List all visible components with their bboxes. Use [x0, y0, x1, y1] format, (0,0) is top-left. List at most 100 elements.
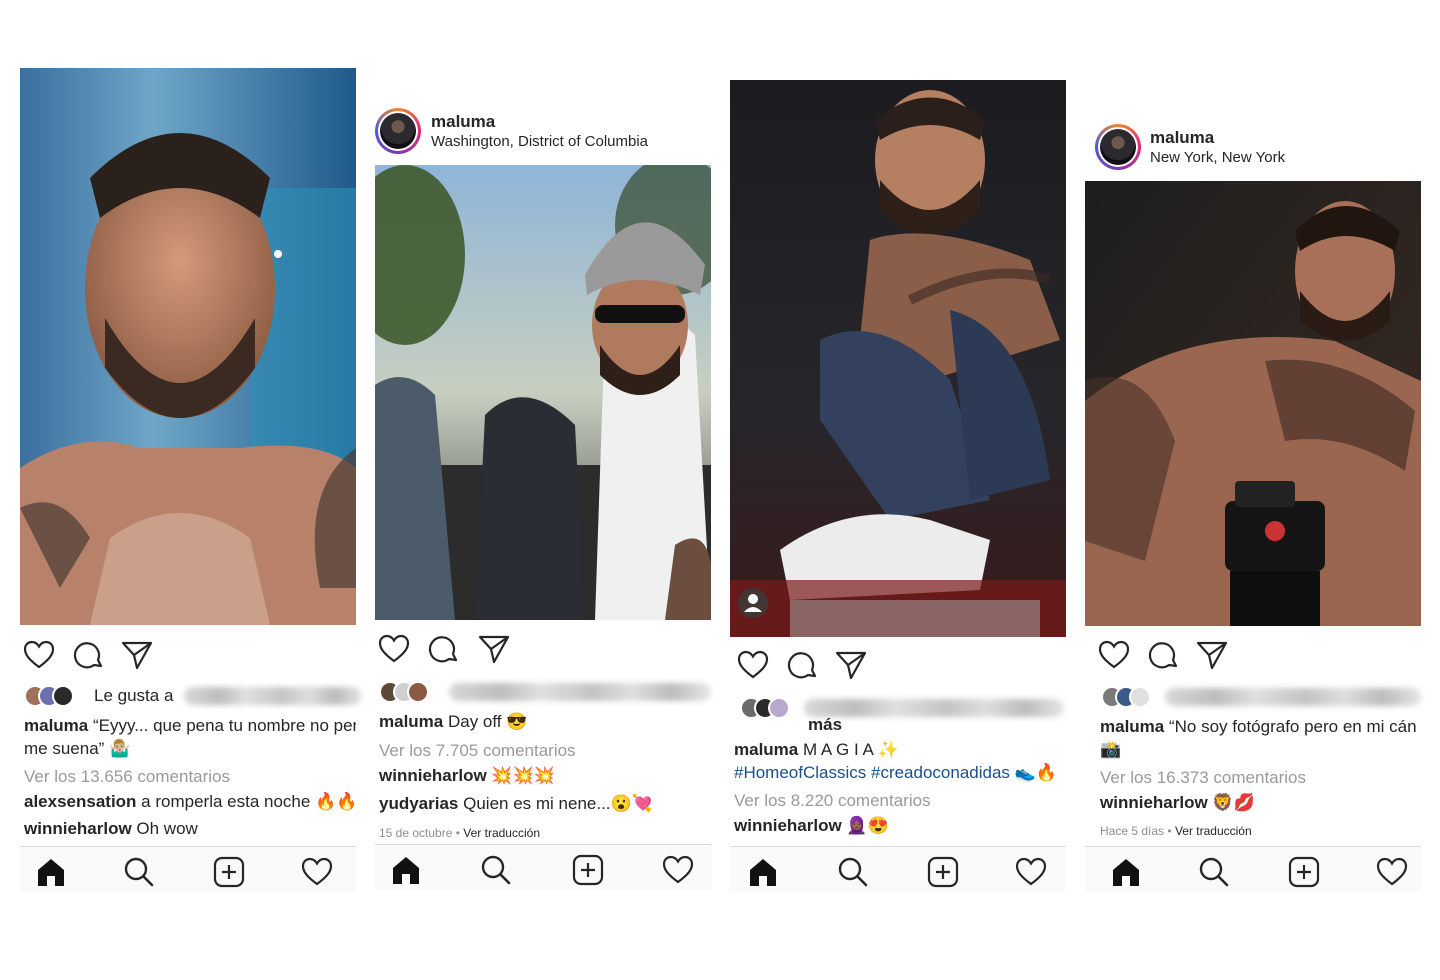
comment-username[interactable]: winnieharlow	[379, 766, 487, 785]
post-header: maluma Washington, District of Columbia	[375, 108, 711, 164]
comment-text: a romperla esta noche 🔥🔥	[136, 792, 356, 811]
post-photo[interactable]	[730, 80, 1066, 637]
user-tag-icon[interactable]	[738, 588, 768, 618]
caption-text: 📸	[1100, 740, 1122, 759]
heart-icon[interactable]	[736, 648, 770, 682]
comment-username[interactable]: winnieharlow	[24, 819, 132, 838]
liker-avatars[interactable]	[379, 681, 443, 703]
home-icon[interactable]	[1109, 855, 1143, 889]
blurred-usernames	[1165, 688, 1421, 706]
view-comments-link[interactable]: Ver los 16.373 comentarios	[1100, 766, 1421, 789]
bottom-nav	[1085, 846, 1421, 892]
caption-text: “Eyyy... que pena tu nombre no per	[88, 716, 356, 735]
add-post-icon[interactable]	[926, 855, 960, 889]
post-actions	[1085, 638, 1421, 674]
likes-more[interactable]: más	[808, 713, 1008, 736]
comment-text: 💥💥💥	[486, 766, 555, 785]
post-actions	[20, 638, 356, 674]
caption: maluma Day off 😎	[379, 710, 711, 733]
post-date: Hace 5 días	[1100, 824, 1165, 838]
comment-text: 🧕🏾😍	[841, 816, 889, 835]
post-username[interactable]: maluma	[1150, 128, 1214, 148]
add-post-icon[interactable]	[1287, 855, 1321, 889]
caption-continued: me suena” 🤷🏼‍♂️	[24, 737, 356, 760]
translate-link[interactable]: Ver traducción	[463, 826, 540, 840]
avatar	[768, 697, 790, 719]
paper-plane-icon[interactable]	[120, 638, 154, 672]
paper-plane-icon[interactable]	[1195, 638, 1229, 672]
comment-username[interactable]: yudyarias	[379, 794, 458, 813]
post-header: maluma New York, New York	[1085, 124, 1421, 180]
home-icon[interactable]	[746, 855, 780, 889]
caption-username[interactable]: maluma	[734, 740, 798, 759]
bottom-nav	[730, 846, 1066, 892]
avatar	[407, 681, 429, 703]
dot-separator: •	[1167, 824, 1175, 838]
post-location[interactable]: New York, New York	[1150, 149, 1285, 166]
blurred-usernames	[184, 687, 362, 705]
liker-avatars[interactable]	[740, 697, 804, 719]
post-username[interactable]: maluma	[431, 112, 495, 132]
add-post-icon[interactable]	[571, 853, 605, 887]
comment: winnieharlow 💥💥💥	[379, 764, 711, 787]
comment-icon[interactable]	[72, 638, 106, 672]
post-meta: Hace 5 días • Ver traducción	[1100, 820, 1421, 843]
view-comments-link[interactable]: Ver los 7.705 comentarios	[379, 739, 711, 762]
post-photo[interactable]	[375, 165, 711, 620]
likes-text: Le gusta a	[94, 686, 174, 705]
post-4: maluma New York, New York maluma “No soy…	[1085, 0, 1421, 900]
paper-plane-icon[interactable]	[834, 648, 868, 682]
activity-heart-icon[interactable]	[1375, 855, 1409, 889]
paper-plane-icon[interactable]	[477, 632, 511, 666]
comment-username[interactable]: winnieharlow	[734, 816, 842, 835]
caption-username[interactable]: maluma	[1100, 717, 1164, 736]
home-icon[interactable]	[389, 853, 423, 887]
likes-more-text[interactable]: más	[808, 715, 842, 734]
post-2: maluma Washington, District of Columbia	[375, 0, 711, 900]
activity-heart-icon[interactable]	[300, 855, 334, 889]
add-post-icon[interactable]	[212, 855, 246, 889]
post-actions	[730, 648, 1066, 684]
comment: winnieharlow 🦁💋	[1100, 791, 1421, 814]
comment-icon[interactable]	[786, 648, 820, 682]
avatar[interactable]	[375, 108, 421, 154]
post-photo[interactable]	[1085, 181, 1421, 626]
post-photo[interactable]	[20, 68, 356, 625]
caption-username[interactable]: maluma	[379, 712, 443, 731]
view-comments-link[interactable]: Ver los 8.220 comentarios	[734, 789, 1066, 812]
view-comments-link[interactable]: Ver los 13.656 comentarios	[24, 765, 356, 788]
comment-text: 🦁💋	[1207, 793, 1255, 812]
activity-heart-icon[interactable]	[661, 853, 695, 887]
caption-text: “No soy fotógrafo pero en mi cán	[1164, 717, 1417, 736]
heart-icon[interactable]	[377, 632, 411, 666]
post-actions	[375, 632, 711, 668]
comment: winnieharlow 🧕🏾😍	[734, 814, 1066, 837]
search-icon[interactable]	[1197, 855, 1231, 889]
search-icon[interactable]	[836, 855, 870, 889]
liker-avatars[interactable]	[24, 685, 88, 707]
caption: maluma “Eyyy... que pena tu nombre no pe…	[24, 714, 356, 737]
likes-row	[379, 681, 711, 703]
activity-heart-icon[interactable]	[1014, 855, 1048, 889]
liker-avatars[interactable]	[1101, 686, 1165, 708]
caption-text: me suena” 🤷🏼‍♂️	[24, 739, 131, 758]
blurred-usernames	[449, 683, 711, 701]
translate-link[interactable]: Ver traducción	[1175, 824, 1252, 838]
caption-hashtags[interactable]: #HomeofClassics #creadoconadidas 👟🔥	[734, 761, 1066, 784]
comment-icon[interactable]	[427, 632, 461, 666]
comment: alexsensation a romperla esta noche 🔥🔥	[24, 790, 356, 813]
caption-continued: 📸	[1100, 738, 1421, 761]
heart-icon[interactable]	[22, 638, 56, 672]
search-icon[interactable]	[479, 853, 513, 887]
heart-icon[interactable]	[1097, 638, 1131, 672]
comment-username[interactable]: winnieharlow	[1100, 793, 1208, 812]
post-meta: 15 de octubre • Ver traducción	[379, 822, 711, 845]
post-location[interactable]: Washington, District of Columbia	[431, 133, 648, 150]
post-date: 15 de octubre	[379, 826, 453, 840]
caption-username[interactable]: maluma	[24, 716, 88, 735]
comment-icon[interactable]	[1147, 638, 1181, 672]
search-icon[interactable]	[122, 855, 156, 889]
comment-username[interactable]: alexsensation	[24, 792, 136, 811]
home-icon[interactable]	[34, 855, 68, 889]
avatar[interactable]	[1095, 124, 1141, 170]
